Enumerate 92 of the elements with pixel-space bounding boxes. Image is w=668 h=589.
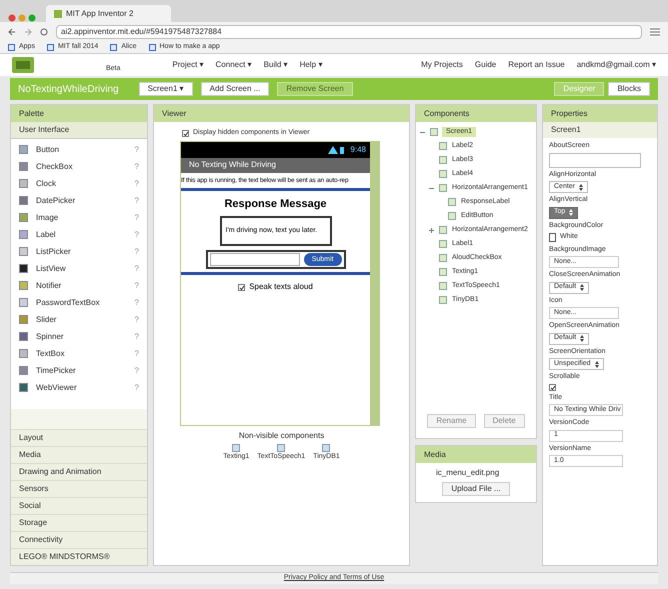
checkbox[interactable] xyxy=(549,384,556,390)
palette-item[interactable]: Button ? xyxy=(11,141,147,158)
palette-category[interactable]: Drawing and Animation xyxy=(11,463,147,480)
forward-icon xyxy=(24,28,32,36)
palette-item-label: WebViewer xyxy=(36,382,78,394)
address-bar[interactable]: ai2.appinventor.mit.edu/#5941975487327884 xyxy=(56,25,642,39)
project-name: NoTextingWhileDriving xyxy=(18,82,119,96)
palette-item-label: ListView xyxy=(36,262,67,274)
heading-label: Response Message xyxy=(223,196,328,212)
menu-item[interactable]: Build ▾ xyxy=(264,59,288,71)
palette-item[interactable]: PasswordTextBox ? xyxy=(11,294,147,311)
palette-item[interactable]: Label ? xyxy=(11,226,147,243)
panel-header: Properties xyxy=(543,105,657,122)
header-link[interactable]: Guide xyxy=(474,59,496,71)
checkbox[interactable] xyxy=(238,284,246,291)
palette-item[interactable]: CheckBox ? xyxy=(11,158,147,175)
palette-item-label: Notifier xyxy=(36,280,62,292)
dropdown-arrows-icon xyxy=(580,284,584,291)
dropdown-arrows-icon xyxy=(594,360,599,368)
dropdown-arrows-icon xyxy=(569,209,574,216)
selected-component: Screen1 xyxy=(543,122,657,138)
panel-header: Media xyxy=(416,446,536,463)
palette-category[interactable]: Media xyxy=(11,446,147,463)
panel-header: Palette xyxy=(11,105,147,122)
palette-item[interactable]: TextBox ? xyxy=(11,345,147,362)
palette-category[interactable]: Storage xyxy=(11,514,147,531)
palette-category[interactable]: Layout xyxy=(11,429,147,446)
mode-tab[interactable]: Blocks xyxy=(608,82,650,96)
palette-item[interactable]: WebViewer ? xyxy=(11,379,147,396)
palette-item-label: TimePicker xyxy=(36,364,77,376)
toolbar-button[interactable]: Add Screen ... xyxy=(200,82,270,96)
palette-item-label: Label xyxy=(36,228,57,240)
palette-item[interactable]: TimePicker ? xyxy=(11,362,147,379)
checkbox[interactable] xyxy=(182,130,189,137)
palette-item[interactable]: ListView ? xyxy=(11,260,147,277)
menu-item[interactable]: Help ▾ xyxy=(300,59,322,71)
component-icon xyxy=(277,444,286,452)
bookmark-icon xyxy=(110,44,118,51)
palette-item[interactable]: Spinner ? xyxy=(11,328,147,345)
palette-category[interactable]: Connectivity xyxy=(11,531,147,548)
component-icon xyxy=(322,444,330,452)
header-link[interactable]: My Projects xyxy=(421,59,463,71)
bookmark-icon xyxy=(8,44,15,51)
clock-time: 9:48 xyxy=(350,144,366,156)
palette-group[interactable]: User Interface xyxy=(11,122,147,139)
checkbox-label: Speak texts aloud xyxy=(249,281,313,294)
component-icon xyxy=(232,444,240,452)
palette-item[interactable]: Image ? xyxy=(11,209,147,226)
palette-item-label: Slider xyxy=(36,314,58,326)
upload-button[interactable]: Upload File ... xyxy=(442,482,510,496)
palette-item[interactable]: Slider ? xyxy=(11,311,147,328)
panel-header: Components xyxy=(416,105,536,122)
menu-icon xyxy=(650,28,660,36)
back-icon xyxy=(8,28,16,36)
bookmark-icon xyxy=(46,44,54,51)
text-input[interactable] xyxy=(210,253,300,266)
palette-item-label: CheckBox xyxy=(36,160,74,172)
expand-icon[interactable] xyxy=(428,226,435,234)
nonvisible-title: Non-visible components xyxy=(238,430,326,442)
app-title-bar: No Texting While Driving xyxy=(181,158,370,172)
palette-category[interactable]: Sensors xyxy=(11,480,147,497)
panel-header: Viewer xyxy=(154,105,409,122)
palette-item[interactable]: Notifier ? xyxy=(11,277,147,294)
palette-item-label: PasswordTextBox xyxy=(36,296,101,308)
palette-item[interactable]: ListPicker ? xyxy=(11,243,147,260)
bookmark-icon xyxy=(148,44,156,51)
color-swatch[interactable] xyxy=(549,232,556,242)
palette-item-label: TextBox xyxy=(36,348,66,360)
window-controls-icon xyxy=(8,14,38,22)
toolbar-button[interactable]: Screen1 ▾ xyxy=(138,82,193,96)
palette-item[interactable]: DatePicker ? xyxy=(11,192,147,209)
dropdown-arrows-icon xyxy=(579,184,584,190)
media-file[interactable]: ic_menu_edit.png xyxy=(416,467,536,479)
browser-tab[interactable]: MIT App Inventor 2 xyxy=(46,5,171,22)
palette-category[interactable]: Social xyxy=(11,497,147,514)
dropdown-arrows-icon xyxy=(580,335,584,342)
menu-item[interactable]: Connect ▾ xyxy=(216,59,252,71)
palette-item-label: Image xyxy=(36,212,60,224)
palette-item-label: Clock xyxy=(36,178,58,190)
status-icons xyxy=(328,146,346,154)
reload-icon xyxy=(40,28,48,36)
header-link[interactable]: andkmd@gmail.com ▾ xyxy=(576,59,656,71)
palette-item-label: DatePicker xyxy=(36,194,76,206)
header-link[interactable]: Report an Issue xyxy=(508,59,565,71)
palette-item-label: ListPicker xyxy=(36,246,72,258)
palette-item-label: Spinner xyxy=(36,330,65,342)
palette-item-label: Button xyxy=(36,144,60,156)
palette-category[interactable]: LEGO® MINDSTORMS® xyxy=(11,548,147,565)
palette-item[interactable]: Clock ? xyxy=(11,175,147,192)
menu-item[interactable]: Project ▾ xyxy=(172,59,204,71)
logo-icon xyxy=(12,57,34,73)
site-icon xyxy=(54,10,62,18)
